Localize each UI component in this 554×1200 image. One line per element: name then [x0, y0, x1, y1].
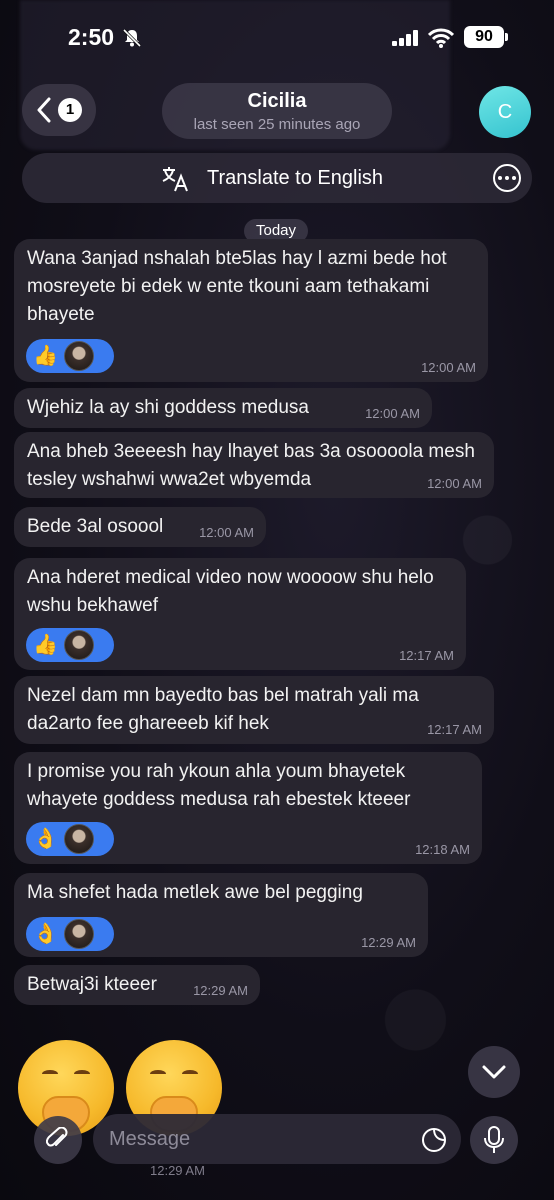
- thumbs-up-icon: 👍: [33, 634, 58, 656]
- contact-name: Cicilia: [247, 90, 307, 112]
- message-text: I promise you rah ykoun ahla youm bhayet…: [27, 761, 411, 810]
- status-time: 2:50: [68, 24, 115, 50]
- ok-hand-icon: 👌: [33, 828, 58, 850]
- message-text: Ma shefet hada metlek awe bel pegging: [27, 882, 363, 903]
- message-time: 12:17 AM: [399, 648, 454, 663]
- message-text: Nezel dam mn bayedto bas bel matrah yali…: [27, 685, 419, 734]
- chevron-left-icon: [37, 97, 51, 123]
- message-time: 12:17 AM: [427, 722, 482, 737]
- microphone-button[interactable]: [470, 1116, 518, 1164]
- chat-title[interactable]: Cicilia last seen 25 minutes ago: [162, 83, 392, 139]
- translate-label: Translate to English: [207, 167, 384, 189]
- message-bubble[interactable]: Ma shefet hada metlek awe bel pegging 👌 …: [14, 873, 428, 957]
- ok-hand-icon: 👌: [33, 923, 58, 945]
- thumbs-up-icon: 👍: [33, 345, 58, 367]
- translate-bar[interactable]: Translate to English: [22, 153, 532, 203]
- more-options-icon[interactable]: [493, 164, 521, 192]
- translate-icon: [162, 167, 188, 192]
- unread-count-badge: 1: [58, 98, 82, 122]
- message-time: 12:00 AM: [365, 406, 420, 421]
- message-time: 12:00 AM: [199, 525, 254, 540]
- message-bubble[interactable]: Wana 3anjad nshalah bte5las hay l azmi b…: [14, 239, 488, 382]
- message-bubble[interactable]: Ana bheb 3eeeesh hay lhayet bas 3a osooo…: [14, 432, 494, 498]
- message-time: 12:00 AM: [421, 360, 476, 375]
- reaction-chip[interactable]: 👌: [26, 822, 114, 856]
- message-bubble[interactable]: Betwaj3i kteeer 12:29 AM: [14, 965, 260, 1005]
- message-time: 12:00 AM: [427, 476, 482, 491]
- message-input[interactable]: [93, 1114, 461, 1164]
- message-time: 12:29 AM: [150, 1163, 205, 1178]
- reaction-chip[interactable]: 👌: [26, 917, 114, 951]
- mute-bell-icon: [122, 28, 142, 48]
- scroll-down-button[interactable]: [468, 1046, 520, 1098]
- reactor-avatar: [63, 630, 94, 660]
- battery-indicator: 90: [464, 26, 508, 48]
- message-bubble[interactable]: Wjehiz la ay shi goddess medusa 12:00 AM: [14, 388, 432, 428]
- status-bar: 2:50 90: [0, 0, 554, 70]
- message-text: Ana hderet medical video now woooow shu …: [27, 567, 434, 616]
- last-seen-status: last seen 25 minutes ago: [193, 116, 361, 133]
- reactor-avatar: [63, 824, 94, 854]
- reactor-avatar: [63, 341, 94, 371]
- reaction-chip[interactable]: 👍: [26, 628, 114, 662]
- message-text: Wana 3anjad nshalah bte5las hay l azmi b…: [27, 248, 447, 325]
- sticker-icon[interactable]: [421, 1127, 447, 1153]
- attach-button[interactable]: [34, 1116, 82, 1164]
- chevron-down-icon: [482, 1065, 506, 1079]
- reaction-chip[interactable]: 👍: [26, 339, 114, 373]
- message-time: 12:29 AM: [361, 935, 416, 950]
- wifi-icon: [428, 28, 454, 48]
- back-button[interactable]: 1: [22, 84, 96, 136]
- contact-avatar[interactable]: C: [479, 86, 531, 138]
- reactor-avatar: [63, 919, 94, 949]
- signal-icon: [392, 30, 418, 46]
- message-time: 12:18 AM: [415, 842, 470, 857]
- message-bubble[interactable]: I promise you rah ykoun ahla youm bhayet…: [14, 752, 482, 864]
- message-text: Wjehiz la ay shi goddess medusa: [27, 397, 309, 418]
- paperclip-icon: [46, 1127, 68, 1147]
- message-time: 12:29 AM: [193, 983, 248, 998]
- message-bubble[interactable]: Bede 3al osoool 12:00 AM: [14, 507, 266, 547]
- microphone-icon: [484, 1126, 504, 1153]
- message-text: Ana bheb 3eeeesh hay lhayet bas 3a osooo…: [27, 441, 475, 490]
- message-bubble[interactable]: Nezel dam mn bayedto bas bel matrah yali…: [14, 676, 494, 744]
- message-bubble[interactable]: Ana hderet medical video now woooow shu …: [14, 558, 466, 670]
